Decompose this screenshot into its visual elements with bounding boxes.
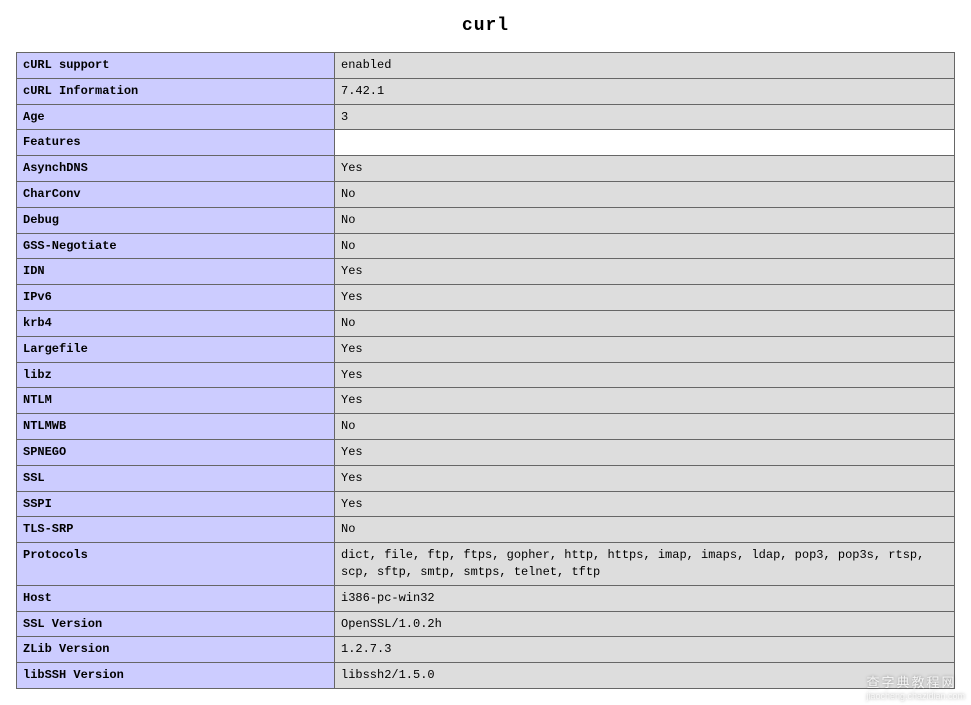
row-value: Yes	[335, 336, 955, 362]
row-key: SSPI	[17, 491, 335, 517]
table-row: libSSH Versionlibssh2/1.5.0	[17, 663, 955, 689]
row-value: 3	[335, 104, 955, 130]
row-key: NTLMWB	[17, 414, 335, 440]
row-key: libSSH Version	[17, 663, 335, 689]
table-row: SSL VersionOpenSSL/1.0.2h	[17, 611, 955, 637]
table-row: NTLMYes	[17, 388, 955, 414]
row-key: Largefile	[17, 336, 335, 362]
table-row: IPv6Yes	[17, 285, 955, 311]
row-key: TLS-SRP	[17, 517, 335, 543]
row-key: Protocols	[17, 543, 335, 586]
row-key: NTLM	[17, 388, 335, 414]
info-table-body: cURL supportenabledcURL Information7.42.…	[17, 53, 955, 689]
row-value: Yes	[335, 285, 955, 311]
section-title: curl	[16, 16, 955, 36]
table-row: IDNYes	[17, 259, 955, 285]
row-value: Yes	[335, 465, 955, 491]
row-value: No	[335, 207, 955, 233]
info-table: cURL supportenabledcURL Information7.42.…	[16, 52, 955, 689]
row-value: dict, file, ftp, ftps, gopher, http, htt…	[335, 543, 955, 586]
table-row: Features	[17, 130, 955, 156]
row-value: No	[335, 310, 955, 336]
table-row: cURL Information7.42.1	[17, 78, 955, 104]
row-key: Age	[17, 104, 335, 130]
row-value: 1.2.7.3	[335, 637, 955, 663]
row-key: CharConv	[17, 181, 335, 207]
row-value: Yes	[335, 259, 955, 285]
row-key: libz	[17, 362, 335, 388]
row-key: cURL Information	[17, 78, 335, 104]
row-key: GSS-Negotiate	[17, 233, 335, 259]
row-key: AsynchDNS	[17, 156, 335, 182]
row-value: Yes	[335, 388, 955, 414]
row-key: krb4	[17, 310, 335, 336]
table-row: SPNEGOYes	[17, 439, 955, 465]
table-row: AsynchDNSYes	[17, 156, 955, 182]
table-row: NTLMWBNo	[17, 414, 955, 440]
row-value: No	[335, 414, 955, 440]
row-value: No	[335, 233, 955, 259]
row-key: IDN	[17, 259, 335, 285]
row-value: i386-pc-win32	[335, 585, 955, 611]
row-key: Features	[17, 130, 335, 156]
row-value: Yes	[335, 491, 955, 517]
table-row: TLS-SRPNo	[17, 517, 955, 543]
row-key: SPNEGO	[17, 439, 335, 465]
row-value: Yes	[335, 439, 955, 465]
table-row: Age3	[17, 104, 955, 130]
row-key: ZLib Version	[17, 637, 335, 663]
row-key: cURL support	[17, 53, 335, 79]
row-value: Yes	[335, 362, 955, 388]
table-row: DebugNo	[17, 207, 955, 233]
table-row: Protocolsdict, file, ftp, ftps, gopher, …	[17, 543, 955, 586]
table-row: cURL supportenabled	[17, 53, 955, 79]
row-key: Host	[17, 585, 335, 611]
row-value: No	[335, 181, 955, 207]
row-key: SSL	[17, 465, 335, 491]
row-key: IPv6	[17, 285, 335, 311]
row-value: No	[335, 517, 955, 543]
table-row: SSPIYes	[17, 491, 955, 517]
table-row: GSS-NegotiateNo	[17, 233, 955, 259]
table-row: Hosti386-pc-win32	[17, 585, 955, 611]
row-value: Yes	[335, 156, 955, 182]
row-value: OpenSSL/1.0.2h	[335, 611, 955, 637]
phpinfo-section: curl cURL supportenabledcURL Information…	[0, 0, 971, 705]
row-value: libssh2/1.5.0	[335, 663, 955, 689]
row-key: SSL Version	[17, 611, 335, 637]
table-row: libzYes	[17, 362, 955, 388]
row-value	[335, 130, 955, 156]
table-row: SSLYes	[17, 465, 955, 491]
table-row: krb4No	[17, 310, 955, 336]
row-key: Debug	[17, 207, 335, 233]
table-row: LargefileYes	[17, 336, 955, 362]
table-row: ZLib Version1.2.7.3	[17, 637, 955, 663]
table-row: CharConvNo	[17, 181, 955, 207]
row-value: enabled	[335, 53, 955, 79]
row-value: 7.42.1	[335, 78, 955, 104]
